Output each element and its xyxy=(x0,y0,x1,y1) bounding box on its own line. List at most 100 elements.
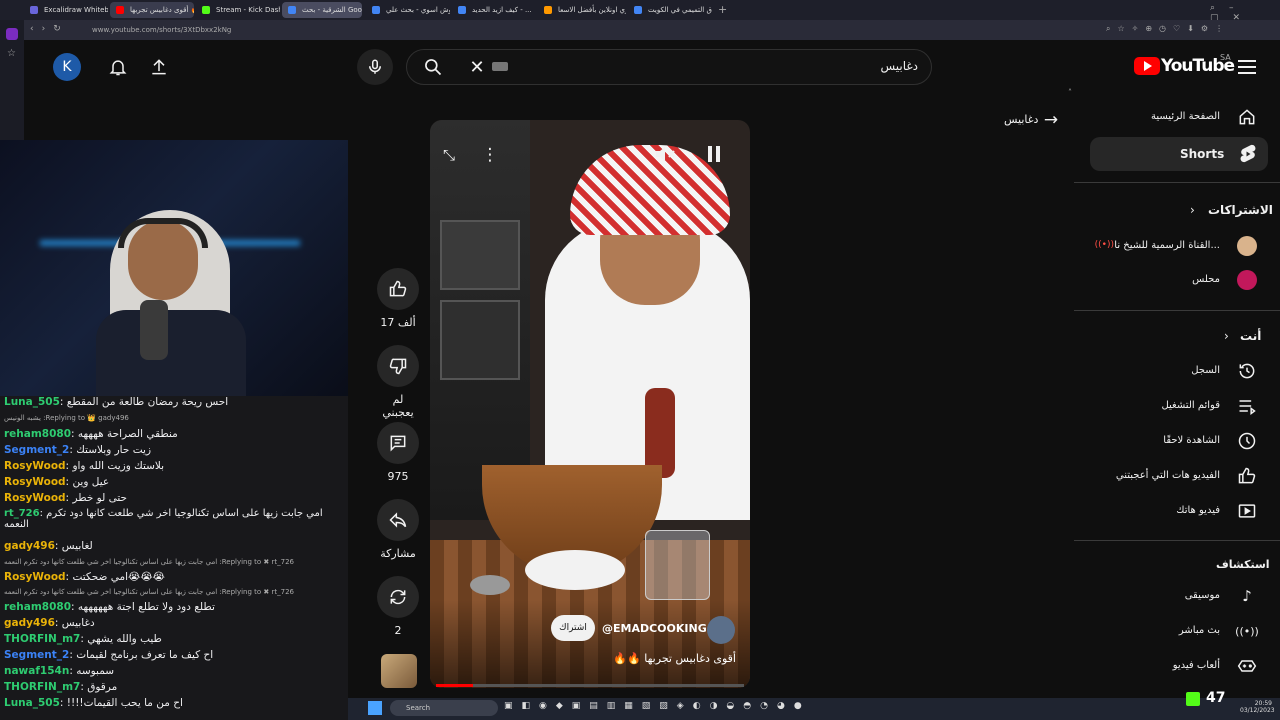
browser-tab[interactable]: Excalidraw Whiteboard xyxy=(24,2,108,18)
playlist-icon xyxy=(1236,395,1258,417)
home-icon xyxy=(1236,106,1258,128)
browser-tab[interactable]: أقوى دغابيس تجربها 🔥🔥 xyxy=(110,2,194,18)
sidebar-item-history[interactable]: السجل xyxy=(1090,355,1270,389)
dislike-button[interactable]: لم يعجبني xyxy=(376,345,420,419)
taskbar-search[interactable]: Search xyxy=(390,700,498,716)
nav-buttons[interactable]: ‹›↻ xyxy=(30,24,69,34)
clear-search-icon[interactable]: ✕ xyxy=(466,56,488,78)
chat-message: Luna_505: احس ريحة رمضان طالعة من المقطع xyxy=(4,396,229,408)
channel-avatar xyxy=(1236,269,1258,291)
chat-message: gady496: لغابيس xyxy=(4,540,93,552)
share-icon xyxy=(377,499,419,541)
subscribe-button[interactable]: اشتراك xyxy=(551,615,595,641)
chat-message: Luna_505: !!!!اح من ما يحب القيمات xyxy=(4,697,183,709)
sidebar-star-icon[interactable]: ☆ xyxy=(7,48,16,59)
taskbar-clock: 20:59 03/12/2023 xyxy=(1240,700,1275,714)
chat-message: THORFIN_m7: طيب والله يشهي xyxy=(4,633,162,645)
video-progress-track[interactable] xyxy=(436,684,744,687)
browser-sidebar: ☆ xyxy=(0,20,24,140)
browser-tab[interactable]: وش اسوي - بحث علي xyxy=(366,2,450,18)
browser-tab[interactable]: اشتري اونلاين بأفضل الاسعا... xyxy=(538,2,626,18)
fullscreen-icon[interactable]: ⤡ xyxy=(438,144,460,166)
menu-icon[interactable] xyxy=(1236,56,1258,78)
sidebar-item-subscription[interactable]: محلس xyxy=(1090,264,1270,298)
search-input[interactable]: دغابيس xyxy=(600,59,918,73)
upload-icon[interactable] xyxy=(147,55,171,79)
browser-tab[interactable]: Stream - Kick Dashboard xyxy=(196,2,280,18)
remix-icon xyxy=(377,576,419,618)
mute-icon[interactable] xyxy=(654,142,678,166)
chat-message: RosyWood: حتى لو خطر xyxy=(4,492,128,504)
tab-favicon-icon xyxy=(30,6,38,14)
notifications-bell-icon[interactable] xyxy=(106,55,130,79)
shorts-icon xyxy=(1238,143,1258,165)
search-icon[interactable] xyxy=(420,55,446,79)
more-options-icon[interactable]: ⋮ xyxy=(480,144,500,166)
browser-tab[interactable]: اسواق التميمي في الكويت xyxy=(628,2,712,18)
new-tab-button[interactable]: + xyxy=(718,3,727,16)
sidebar-divider xyxy=(1074,310,1280,311)
streamer-shirt xyxy=(96,310,246,402)
sidebar-home-icon[interactable] xyxy=(6,28,18,40)
keyboard-icon[interactable] xyxy=(492,62,508,71)
like-button[interactable]: 17 ألف xyxy=(376,268,420,329)
shorts-video-player[interactable] xyxy=(430,120,750,688)
music-note-icon: ♪ xyxy=(1242,587,1252,605)
chat-message: reham8080: تطلع دود ولا تطلع اجتة هههههه… xyxy=(4,601,215,613)
remix-button[interactable]: 2 xyxy=(376,576,420,637)
live-indicator-icon: ((•)) xyxy=(1094,240,1114,250)
browser-tab[interactable]: كيف ازيد الحديد - ... xyxy=(452,2,536,18)
tab-favicon-icon xyxy=(288,6,296,14)
chat-message: RosyWood: امي ضحكتت😭😭😭 xyxy=(4,571,165,583)
browser-extension-icons[interactable]: ⌕☆✧⊕◷♡⬇⚙⋮ xyxy=(1106,24,1230,34)
sidebar-item-subscription[interactable]: القناة الرسمية للشيخ نا... ((•)) xyxy=(1090,230,1270,264)
sidebar-divider xyxy=(1074,540,1280,541)
chat-message: Segment_2: زيت حار وبلاستك xyxy=(4,444,152,456)
sidebar-item-your-videos[interactable]: فيديو هاتك xyxy=(1090,495,1270,529)
sidebar-item-music[interactable]: موسيقى ♪ xyxy=(1090,580,1270,614)
browser-tab[interactable]: الشرقية - بحث Google xyxy=(282,2,362,18)
pause-icon[interactable] xyxy=(703,142,725,166)
sidebar-item-live[interactable]: بث مباشر ((•)) xyxy=(1090,615,1270,649)
channel-avatar[interactable] xyxy=(707,616,735,644)
channel-name[interactable]: @EMADCOOKING xyxy=(602,622,707,635)
next-search-label[interactable]: دغابيس xyxy=(1004,113,1038,126)
windows-start-icon[interactable] xyxy=(368,701,382,715)
chat-message: THORFIN_m7: مرقوق xyxy=(4,681,118,693)
viewer-count: 47 xyxy=(1206,690,1226,706)
account-avatar[interactable]: K xyxy=(53,53,81,81)
voice-search-icon[interactable] xyxy=(357,49,393,85)
flour-bowl xyxy=(525,550,625,590)
gamepad-icon xyxy=(1236,655,1258,677)
chat-reply: Replying to ✖ rt_726: امي جابت زيها على … xyxy=(4,558,294,566)
thumbs-up-icon xyxy=(1236,465,1258,487)
subscriptions-heading[interactable]: الاشتراكات xyxy=(1208,203,1273,217)
tab-favicon-icon xyxy=(544,6,552,14)
sidebar-item-playlists[interactable]: قوائم التشغيل xyxy=(1090,390,1270,424)
taskbar-app-icons[interactable]: ▣◧◉◆▣▤▥▦▧▨◈◐◑◒◓◔◕● xyxy=(504,701,924,711)
browser-tab-bar: Excalidraw Whiteboard أقوى دغابيس تجربها… xyxy=(0,0,1280,23)
chat-reply: Replying to ✖ rt_726: امي جابت زيها على … xyxy=(4,588,294,596)
stream-chat: Luna_505: احس ريحة رمضان طالعة من المقطع… xyxy=(0,396,348,720)
chat-message: RosyWood: بلاستك وزيت الله واو xyxy=(4,460,165,472)
sidebar-item-home[interactable]: الصفحة الرئيسية xyxy=(1090,101,1270,135)
chat-message: rt_726: امي جابت زيها على اساس تكنالوجيا… xyxy=(4,508,323,530)
video-title[interactable]: أقوى دغابيس تجربها 🔥🔥 xyxy=(560,652,736,665)
sidebar-item-watch-later[interactable]: الشاهدة لاحقًا xyxy=(1090,425,1270,459)
comments-button[interactable]: 975 xyxy=(376,422,420,483)
share-button[interactable]: مشاركة xyxy=(376,499,420,560)
sound-thumbnail[interactable] xyxy=(381,654,417,688)
url-field[interactable]: www.youtube.com/shorts/3XtDbxx2kNg xyxy=(92,24,1092,36)
region-code: SA xyxy=(1220,53,1231,62)
sidebar-item-liked[interactable]: الفيديو هات التي أعجبتني xyxy=(1090,460,1270,494)
youtube-logo-icon[interactable] xyxy=(1134,57,1160,75)
small-bowl xyxy=(470,575,510,595)
arrow-right-icon[interactable]: → xyxy=(1040,110,1062,130)
chat-message: RosyWood: عيل وين xyxy=(4,476,110,488)
thumbs-down-icon xyxy=(377,345,419,387)
video-progress-fill xyxy=(436,684,473,687)
sidebar-item-gaming[interactable]: ألعاب فيديو xyxy=(1090,650,1270,684)
you-heading[interactable]: أنت xyxy=(1240,329,1261,343)
tab-favicon-icon xyxy=(372,6,380,14)
scroll-up-icon[interactable]: ˄ xyxy=(1068,88,1072,97)
